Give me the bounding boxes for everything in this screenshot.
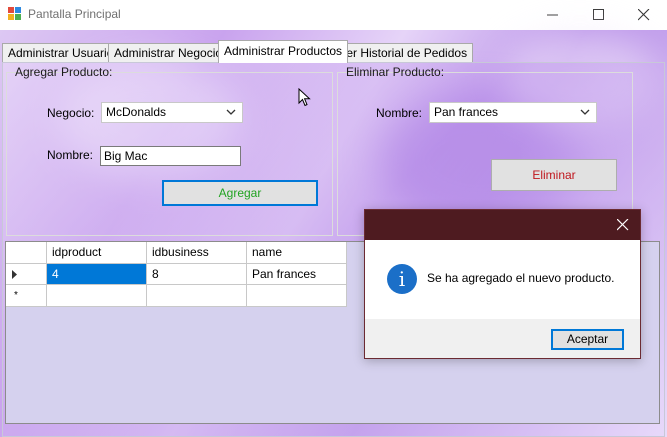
dialog-message: Se ha agregado el nuevo producto. xyxy=(427,271,615,285)
dialog-body: i Se ha agregado el nuevo producto. xyxy=(365,240,640,319)
dialog-titlebar xyxy=(365,210,640,240)
business-label: Negocio: xyxy=(47,106,95,120)
add-product-title: Agregar Producto: xyxy=(15,65,113,79)
table-cell[interactable] xyxy=(147,285,247,307)
column-header-name[interactable]: name xyxy=(247,242,347,264)
window-title: Pantalla Principal xyxy=(28,7,121,21)
row-header-current[interactable] xyxy=(6,264,47,285)
message-dialog: i Se ha agregado el nuevo producto. Acep… xyxy=(364,209,641,359)
delete-name-label: Nombre: xyxy=(376,106,423,120)
window-titlebar: Pantalla Principal xyxy=(0,0,667,30)
product-name-label: Nombre: xyxy=(47,148,94,162)
column-header-idproduct[interactable]: idproduct xyxy=(47,242,147,264)
product-name-input[interactable]: Big Mac xyxy=(100,146,241,166)
delete-product-button[interactable]: Eliminar xyxy=(491,159,617,191)
delete-product-select-value: Pan frances xyxy=(434,105,499,119)
tab-administrar-productos[interactable]: Administrar Productos xyxy=(218,40,349,63)
minimize-icon xyxy=(547,14,558,16)
delete-product-title: Eliminar Producto: xyxy=(346,65,445,79)
tab-administrar-negocios[interactable]: Administrar Negocios xyxy=(108,43,235,62)
table-cell[interactable]: 4 xyxy=(47,264,147,285)
close-icon xyxy=(638,9,650,21)
info-icon: i xyxy=(387,264,417,294)
tab-administrar-usuarios[interactable]: Administrar Usuarios xyxy=(2,43,126,62)
current-row-arrow-icon xyxy=(12,270,17,279)
dialog-close-button[interactable] xyxy=(606,210,640,240)
mouse-cursor-icon xyxy=(298,88,311,107)
new-row-asterisk-icon[interactable]: * xyxy=(6,285,47,307)
table-cell[interactable]: Pan frances xyxy=(247,264,347,285)
business-select[interactable]: McDonalds xyxy=(101,102,243,123)
business-select-value: McDonalds xyxy=(106,105,167,119)
table-cell[interactable]: 8 xyxy=(147,264,247,285)
maximize-icon xyxy=(593,9,604,20)
chevron-down-icon xyxy=(226,109,236,115)
ok-button[interactable]: Aceptar xyxy=(551,329,624,350)
minimize-button[interactable] xyxy=(530,0,576,30)
add-product-group: Agregar Producto: Negocio: McDonalds Nom… xyxy=(6,65,333,236)
close-button[interactable] xyxy=(621,0,667,30)
delete-product-select[interactable]: Pan frances xyxy=(429,102,597,123)
tab-ver-historial-de-pedidos[interactable]: Ver Historial de Pedidos xyxy=(333,43,474,62)
column-header-idbusiness[interactable]: idbusiness xyxy=(147,242,247,264)
dialog-footer: Aceptar xyxy=(365,319,640,358)
table-cell[interactable] xyxy=(247,285,347,307)
chevron-down-icon xyxy=(580,109,590,115)
close-icon xyxy=(617,219,629,231)
add-product-button[interactable]: Agregar xyxy=(162,180,318,206)
maximize-button[interactable] xyxy=(576,0,622,30)
grid-corner-header[interactable] xyxy=(6,242,47,264)
table-cell[interactable] xyxy=(47,285,147,307)
app-icon xyxy=(8,7,22,21)
